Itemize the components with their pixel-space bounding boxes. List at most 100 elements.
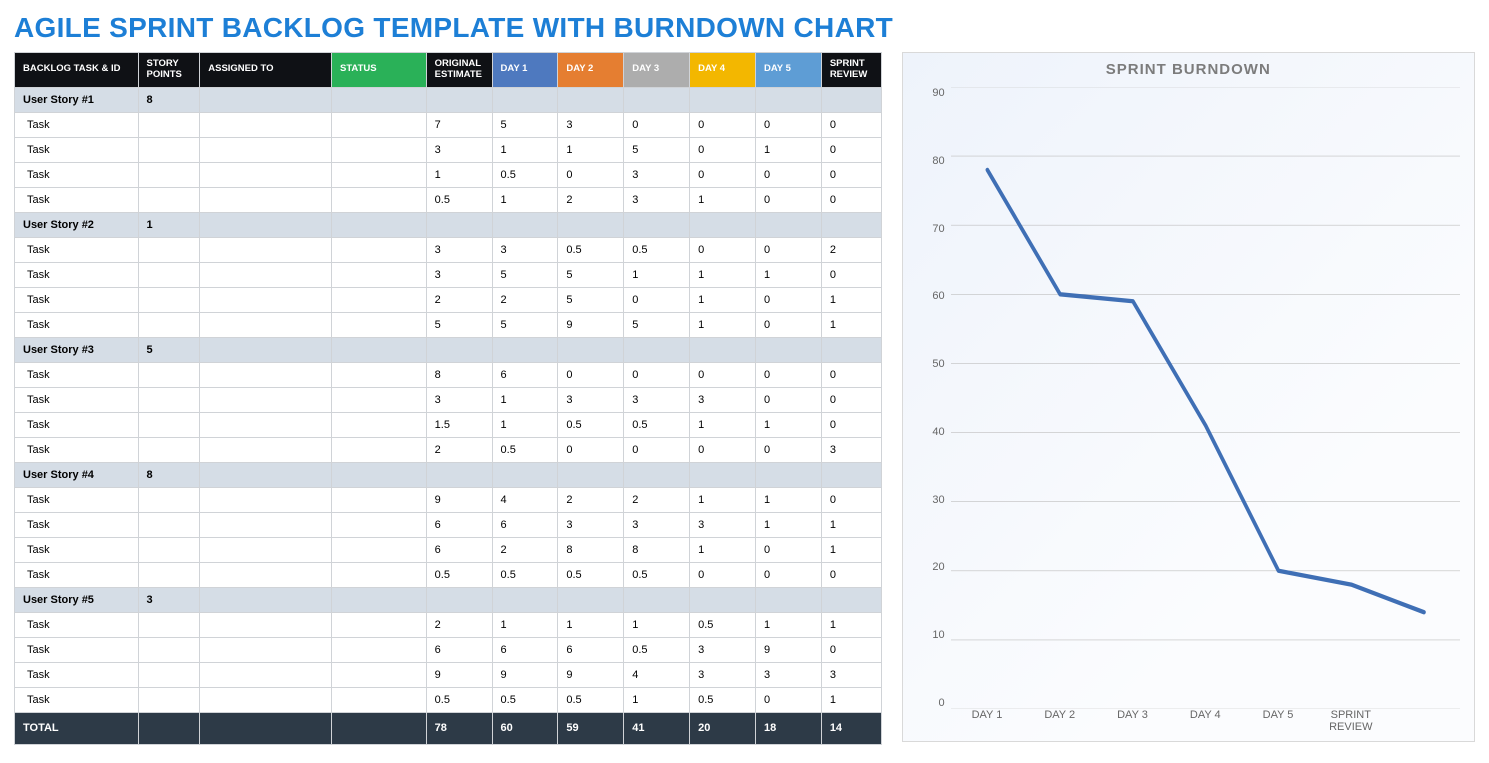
- task-status: [331, 162, 426, 187]
- task-assigned: [200, 187, 332, 212]
- task-status: [331, 112, 426, 137]
- task-day5: 1: [755, 612, 821, 637]
- blank-cell: [200, 462, 332, 487]
- task-day1: 9: [492, 662, 558, 687]
- task-assigned: [200, 437, 332, 462]
- task-points: [138, 412, 200, 437]
- total-status: [331, 712, 426, 744]
- task-status: [331, 437, 426, 462]
- task-day1: 1: [492, 187, 558, 212]
- total-day1: 60: [492, 712, 558, 744]
- task-row: Task1.510.50.5110: [15, 412, 882, 437]
- task-name: Task: [15, 112, 139, 137]
- task-day2: 5: [558, 287, 624, 312]
- task-status: [331, 687, 426, 712]
- blank-cell: [426, 337, 492, 362]
- task-assigned: [200, 162, 332, 187]
- task-status: [331, 637, 426, 662]
- task-status: [331, 187, 426, 212]
- task-row: Task0.50.50.50.5000: [15, 562, 882, 587]
- task-status: [331, 512, 426, 537]
- y-tick: 90: [911, 87, 945, 99]
- story-points: 8: [138, 87, 200, 112]
- task-day2: 2: [558, 187, 624, 212]
- task-day5: 0: [755, 312, 821, 337]
- task-row: Task3551110: [15, 262, 882, 287]
- total-label: TOTAL: [15, 712, 139, 744]
- task-review: 1: [821, 687, 881, 712]
- task-review: 1: [821, 287, 881, 312]
- task-name: Task: [15, 187, 139, 212]
- blank-cell: [426, 212, 492, 237]
- task-name: Task: [15, 612, 139, 637]
- page-title: AGILE SPRINT BACKLOG TEMPLATE WITH BURND…: [14, 12, 1475, 44]
- task-day4: 0: [690, 137, 756, 162]
- task-points: [138, 512, 200, 537]
- col-review: SPRINT REVIEW: [821, 53, 881, 88]
- blank-cell: [200, 337, 332, 362]
- y-tick: 70: [911, 223, 945, 235]
- task-row: Task6288101: [15, 537, 882, 562]
- task-day5: 0: [755, 537, 821, 562]
- task-day3: 0.5: [624, 237, 690, 262]
- task-review: 0: [821, 562, 881, 587]
- task-day1: 0.5: [492, 562, 558, 587]
- task-name: Task: [15, 362, 139, 387]
- total-row: TOTAL78605941201814: [15, 712, 882, 744]
- task-day2: 0.5: [558, 687, 624, 712]
- burndown-line: [987, 170, 1424, 612]
- task-day2: 0.5: [558, 237, 624, 262]
- total-review: 14: [821, 712, 881, 744]
- task-review: 1: [821, 612, 881, 637]
- task-day2: 9: [558, 662, 624, 687]
- task-row: Task20.500003: [15, 437, 882, 462]
- task-assigned: [200, 612, 332, 637]
- task-points: [138, 287, 200, 312]
- task-orig: 1.5: [426, 412, 492, 437]
- task-day2: 3: [558, 112, 624, 137]
- task-day4: 1: [690, 487, 756, 512]
- col-day1: DAY 1: [492, 53, 558, 88]
- task-row: Task8600000: [15, 362, 882, 387]
- blank-cell: [690, 87, 756, 112]
- task-assigned: [200, 562, 332, 587]
- task-day2: 0.5: [558, 562, 624, 587]
- task-name: Task: [15, 162, 139, 187]
- task-row: Task9422110: [15, 487, 882, 512]
- task-day3: 0: [624, 362, 690, 387]
- task-day1: 6: [492, 362, 558, 387]
- task-day1: 1: [492, 137, 558, 162]
- task-day2: 8: [558, 537, 624, 562]
- task-day1: 2: [492, 537, 558, 562]
- task-review: 0: [821, 162, 881, 187]
- task-day5: 0: [755, 287, 821, 312]
- blank-cell: [558, 337, 624, 362]
- blank-cell: [331, 337, 426, 362]
- task-orig: 1: [426, 162, 492, 187]
- task-status: [331, 287, 426, 312]
- task-review: 1: [821, 312, 881, 337]
- task-row: Task3133300: [15, 387, 882, 412]
- chart-title: SPRINT BURNDOWN: [903, 53, 1474, 80]
- task-orig: 5: [426, 312, 492, 337]
- task-orig: 6: [426, 537, 492, 562]
- col-task: BACKLOG TASK & ID: [15, 53, 139, 88]
- task-day5: 1: [755, 137, 821, 162]
- task-day5: 3: [755, 662, 821, 687]
- task-name: Task: [15, 687, 139, 712]
- story-row: User Story #21: [15, 212, 882, 237]
- task-points: [138, 237, 200, 262]
- burndown-chart: SPRINT BURNDOWN 9080706050403020100 DAY …: [902, 52, 1475, 742]
- task-day3: 3: [624, 387, 690, 412]
- blank-cell: [821, 337, 881, 362]
- task-day2: 0.5: [558, 412, 624, 437]
- col-status: STATUS: [331, 53, 426, 88]
- task-points: [138, 562, 200, 587]
- task-day3: 1: [624, 687, 690, 712]
- story-points: 1: [138, 212, 200, 237]
- task-day4: 3: [690, 387, 756, 412]
- col-points: STORY POINTS: [138, 53, 200, 88]
- task-day1: 1: [492, 612, 558, 637]
- task-points: [138, 312, 200, 337]
- blank-cell: [200, 212, 332, 237]
